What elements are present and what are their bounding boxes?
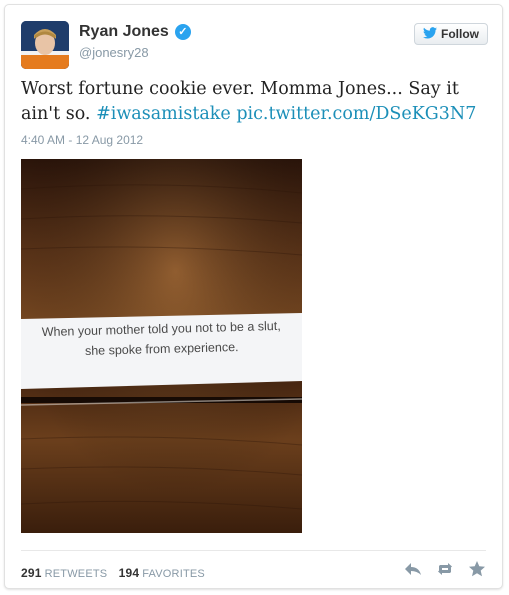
favorites-label: FAVORITES xyxy=(142,568,205,580)
avatar-image xyxy=(21,21,69,69)
tweet-card: Ryan Jones ✓ @jonesry28 Follow Worst for… xyxy=(4,4,503,589)
tweet-timestamp[interactable]: 4:40 AM - 12 Aug 2012 xyxy=(21,133,143,147)
user-name[interactable]: Ryan Jones xyxy=(79,23,169,41)
user-name-row[interactable]: Ryan Jones ✓ xyxy=(79,23,191,41)
follow-label: Follow xyxy=(441,27,479,41)
verified-badge-icon: ✓ xyxy=(174,24,191,40)
avatar[interactable] xyxy=(21,21,69,69)
follow-button[interactable]: Follow xyxy=(414,23,488,45)
retweets-count: 291 xyxy=(21,566,42,580)
retweet-icon[interactable] xyxy=(436,560,454,578)
reply-icon[interactable] xyxy=(404,560,422,578)
favorites-count: 194 xyxy=(118,566,140,580)
tweet-photo[interactable]: When your mother told you not to be a sl… xyxy=(21,159,302,533)
retweets-label: RETWEETS xyxy=(44,568,108,580)
tweet-text: Worst fortune cookie ever. Momma Jones..… xyxy=(21,77,491,127)
photo-link[interactable]: pic.twitter.com/DSeKG3N7 xyxy=(236,104,476,124)
user-handle[interactable]: @jonesry28 xyxy=(79,45,149,60)
favorite-icon[interactable] xyxy=(468,560,486,578)
retweets-stat[interactable]: 291 RETWEETS xyxy=(21,566,111,580)
divider xyxy=(21,550,486,551)
tweet-stats: 291 RETWEETS 194 FAVORITES xyxy=(21,566,213,580)
fortune-slip-text: When your mother told you not to be a sl… xyxy=(21,315,302,362)
tweet-actions xyxy=(404,560,486,578)
hashtag-link[interactable]: #iwasamistake xyxy=(96,104,231,124)
favorites-stat[interactable]: 194 FAVORITES xyxy=(118,566,205,580)
twitter-bird-icon xyxy=(423,26,437,42)
